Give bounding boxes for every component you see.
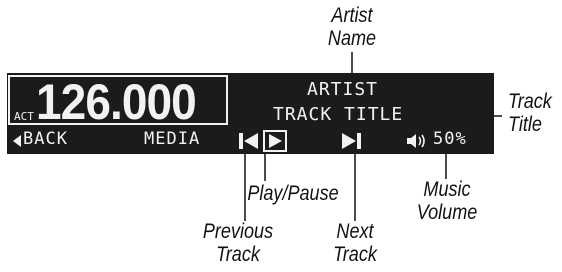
track-title-text: TRACK TITLE [273, 104, 404, 125]
skip-next-icon[interactable] [340, 132, 362, 150]
audio-display-panel: ACT 126.000 ARTIST TRACK TITLE BACK MEDI… [7, 73, 494, 154]
play-icon[interactable] [263, 130, 287, 152]
media-softkey-label[interactable]: MEDIA [144, 129, 200, 149]
left-triangle-icon [13, 135, 21, 147]
active-frequency: 126.000 [36, 74, 197, 130]
skip-previous-icon[interactable] [238, 132, 260, 150]
active-frequency-box: ACT 126.000 [8, 74, 228, 130]
back-label: BACK [23, 129, 68, 149]
speaker-icon[interactable] [405, 132, 427, 150]
music-volume-value: 50% [433, 129, 467, 149]
act-label: ACT [14, 110, 34, 123]
artist-text: ARTIST [307, 79, 379, 100]
audio-control-diagram: Artist Name Track Title Play/Pause Previ… [0, 0, 562, 272]
